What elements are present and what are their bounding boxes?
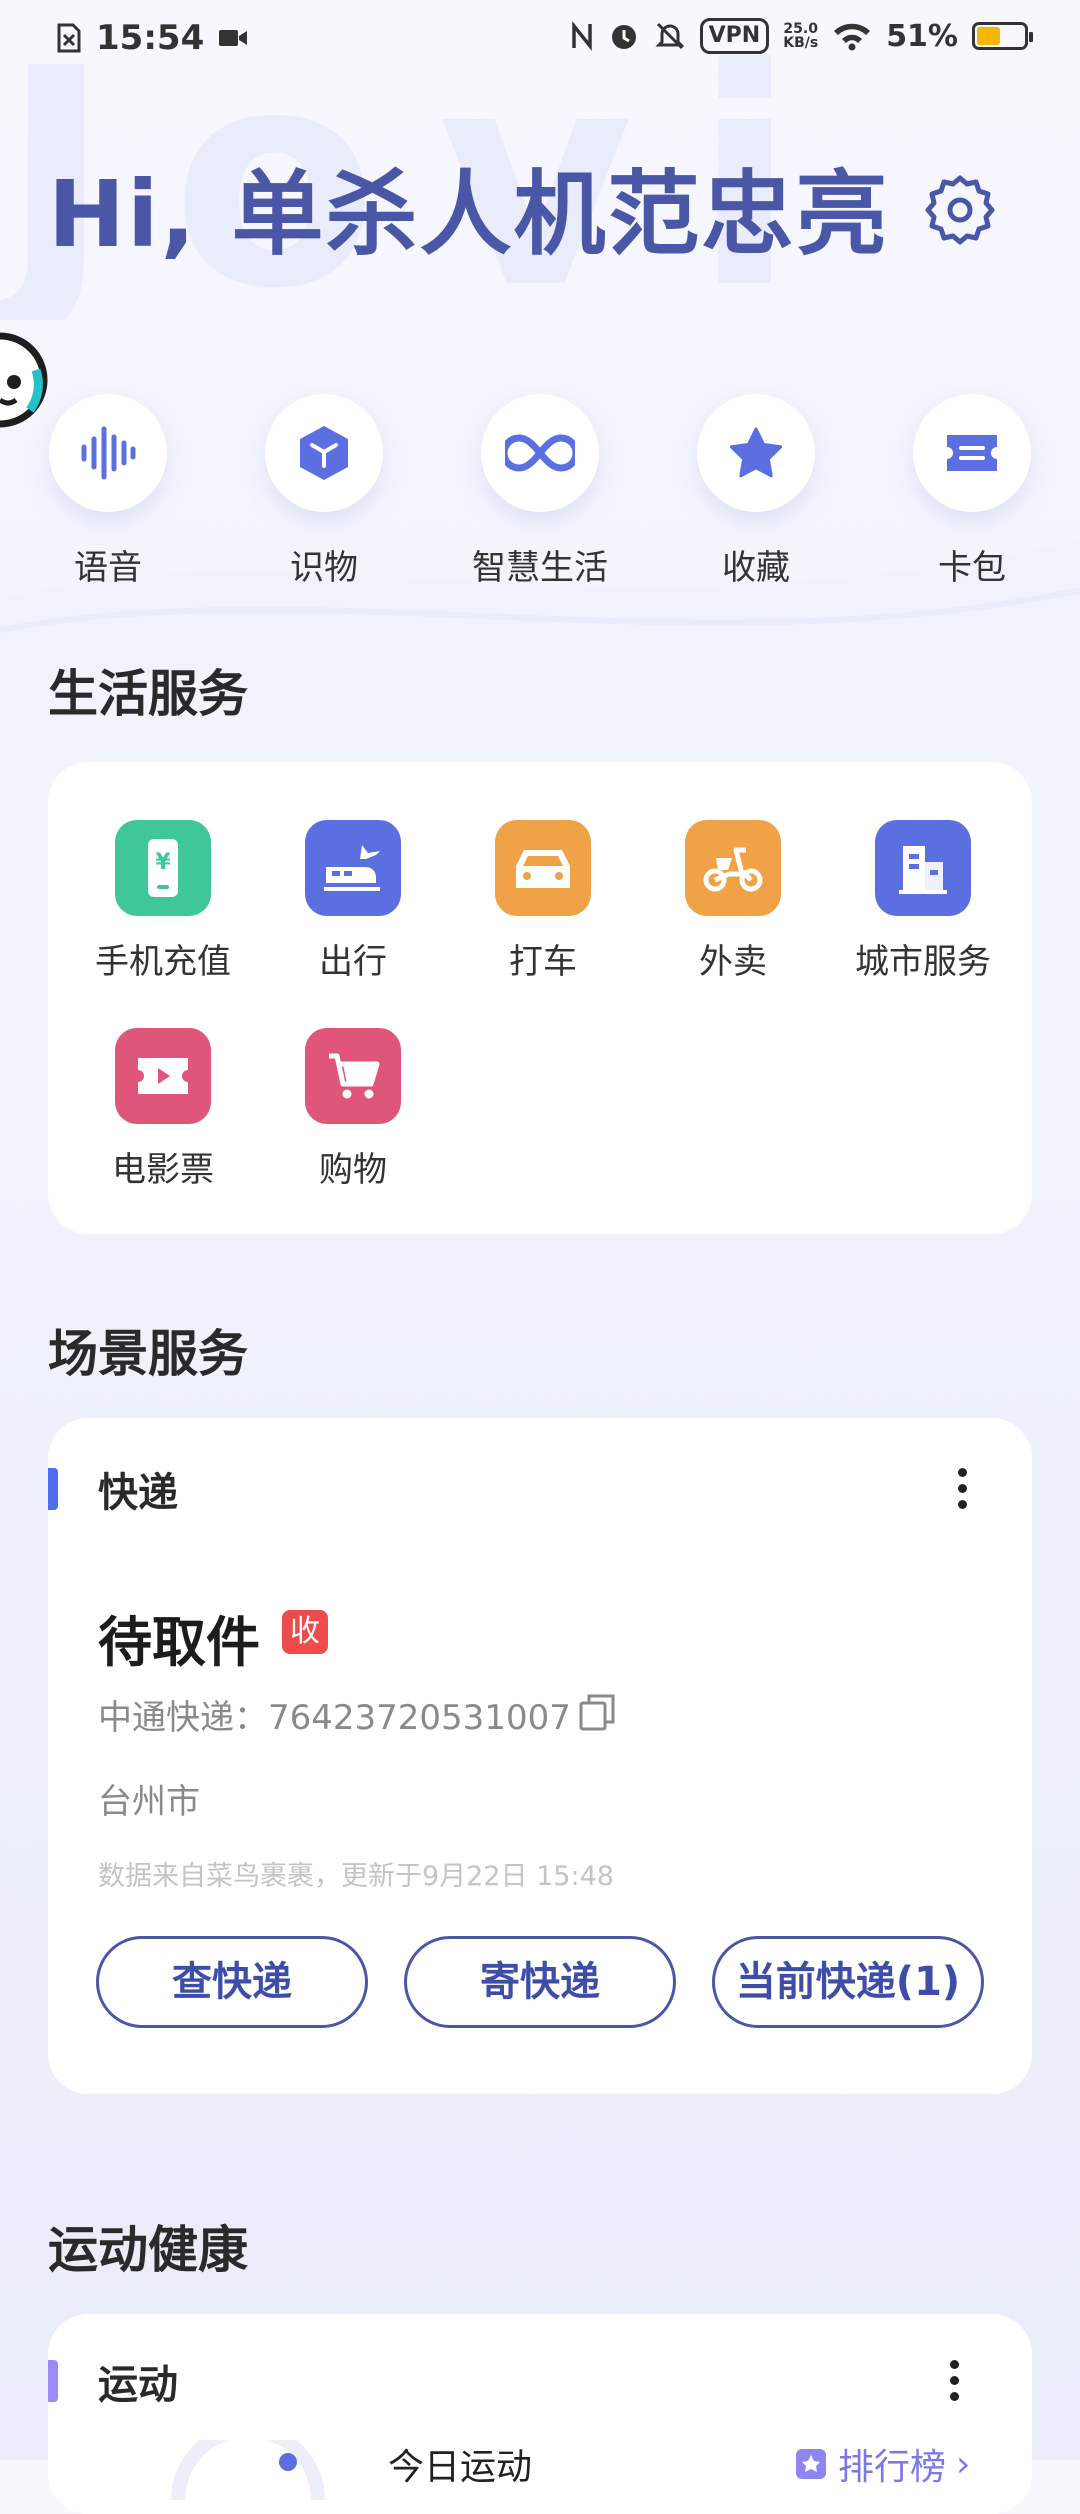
more-options-icon[interactable] — [934, 2350, 974, 2410]
cube-icon — [300, 426, 348, 480]
service-label: 手机充值 — [95, 942, 231, 982]
scene-services-title: 场景服务 — [48, 1325, 248, 1383]
leaderboard-icon — [796, 2449, 826, 2479]
train-plane-icon — [305, 820, 401, 916]
quick-action-label: 识物 — [290, 548, 358, 588]
phone-topup-icon: ¥ — [115, 820, 211, 916]
nfc-icon — [571, 21, 592, 51]
service-travel[interactable]: 出行 — [258, 820, 448, 983]
package-status: 待取件 — [98, 1611, 260, 1674]
package-city: 台州市 — [98, 1782, 200, 1822]
track-express-button[interactable]: 查快递 — [96, 1936, 368, 2028]
car-icon — [495, 820, 591, 916]
battery-percent: 51% — [886, 18, 958, 54]
network-speed: 25.0 KB/s — [783, 21, 819, 51]
chevron-right-icon: › — [956, 2443, 971, 2485]
service-shopping[interactable]: 购物 — [258, 1028, 448, 1191]
cart-icon — [305, 1028, 401, 1124]
mute-icon — [655, 22, 685, 50]
quick-action-label: 卡包 — [938, 548, 1006, 588]
data-source-note: 数据来自菜鸟裹裹，更新于9月22日 15:48 — [98, 1861, 614, 1892]
service-label: 外卖 — [699, 942, 767, 982]
sport-card: 运动 今日运动 排行榜 › — [48, 2314, 1032, 2514]
voice-wave-icon — [81, 426, 136, 480]
copy-icon[interactable] — [578, 1692, 616, 1732]
service-phone-topup[interactable]: ¥ 手机充值 — [68, 820, 258, 983]
tracking-number: 中通快递：76423720531007 — [98, 1698, 571, 1738]
card-accent-bar — [48, 1468, 58, 1510]
current-express-button[interactable]: 当前快递(1) — [712, 1936, 984, 2028]
quick-action-smart-life[interactable]: 智慧生活 — [450, 394, 630, 589]
quick-actions-row: 语音 识物 智慧生活 收藏 卡包 — [0, 394, 1080, 594]
movie-ticket-icon — [115, 1028, 211, 1124]
express-card-title: 快递 — [98, 1470, 178, 1516]
quick-action-voice[interactable]: 语音 — [18, 394, 198, 589]
vpn-indicator: VPN — [699, 18, 770, 54]
express-card: 快递 待取件 收 中通快递：76423720531007 台州市 数据来自菜鸟裹… — [48, 1418, 1032, 2094]
service-label: 购物 — [319, 1150, 387, 1190]
gear-icon[interactable] — [922, 172, 998, 248]
service-label: 城市服务 — [855, 942, 991, 982]
quick-action-wallet[interactable]: 卡包 — [882, 394, 1062, 589]
service-taxi[interactable]: 打车 — [448, 820, 638, 983]
service-label: 电影票 — [112, 1150, 214, 1190]
quick-action-label: 收藏 — [722, 548, 790, 588]
leaderboard-link[interactable]: 排行榜 › — [794, 2438, 970, 2490]
health-title: 运动健康 — [48, 2221, 248, 2279]
life-services-card: ¥ 手机充值 出行 打车 外卖 城市服务 电影票 购物 — [48, 762, 1032, 1234]
video-record-icon — [219, 30, 248, 46]
infinity-icon — [505, 434, 575, 472]
wifi-icon — [834, 23, 871, 51]
quick-action-label: 语音 — [74, 548, 142, 588]
service-takeout[interactable]: 外卖 — [638, 820, 828, 983]
quick-action-label: 智慧生活 — [472, 548, 608, 588]
receive-badge: 收 — [282, 1610, 328, 1654]
send-express-button[interactable]: 寄快递 — [404, 1936, 676, 2028]
scooter-icon — [685, 820, 781, 916]
greeting-title: Hi, 单杀人机范忠亮 — [48, 161, 890, 268]
leaderboard-label: 排行榜 — [838, 2447, 947, 2488]
card-accent-bar — [48, 2360, 58, 2402]
sport-card-title: 运动 — [98, 2362, 178, 2408]
sim-off-icon — [57, 23, 81, 53]
today-sport-label: 今日运动 — [388, 2447, 533, 2488]
svg-text:¥: ¥ — [155, 850, 171, 875]
service-label: 打车 — [509, 942, 577, 982]
service-city[interactable]: 城市服务 — [828, 820, 1018, 983]
quick-action-favorites[interactable]: 收藏 — [666, 394, 846, 589]
status-bar: 15:54 VPN 25.0 KB/s 51% — [0, 0, 1080, 84]
alarm-icon — [611, 25, 636, 49]
building-icon — [875, 820, 971, 916]
ticket-icon — [947, 435, 997, 471]
battery-icon — [972, 22, 1033, 50]
service-movie-ticket[interactable]: 电影票 — [68, 1028, 258, 1191]
clock: 15:54 — [96, 18, 205, 58]
life-services-title: 生活服务 — [48, 665, 248, 723]
service-label: 出行 — [319, 942, 387, 982]
quick-action-identify[interactable]: 识物 — [234, 394, 414, 589]
activity-ring — [171, 2440, 325, 2500]
more-options-icon[interactable] — [942, 1458, 982, 1518]
star-icon — [729, 427, 783, 478]
